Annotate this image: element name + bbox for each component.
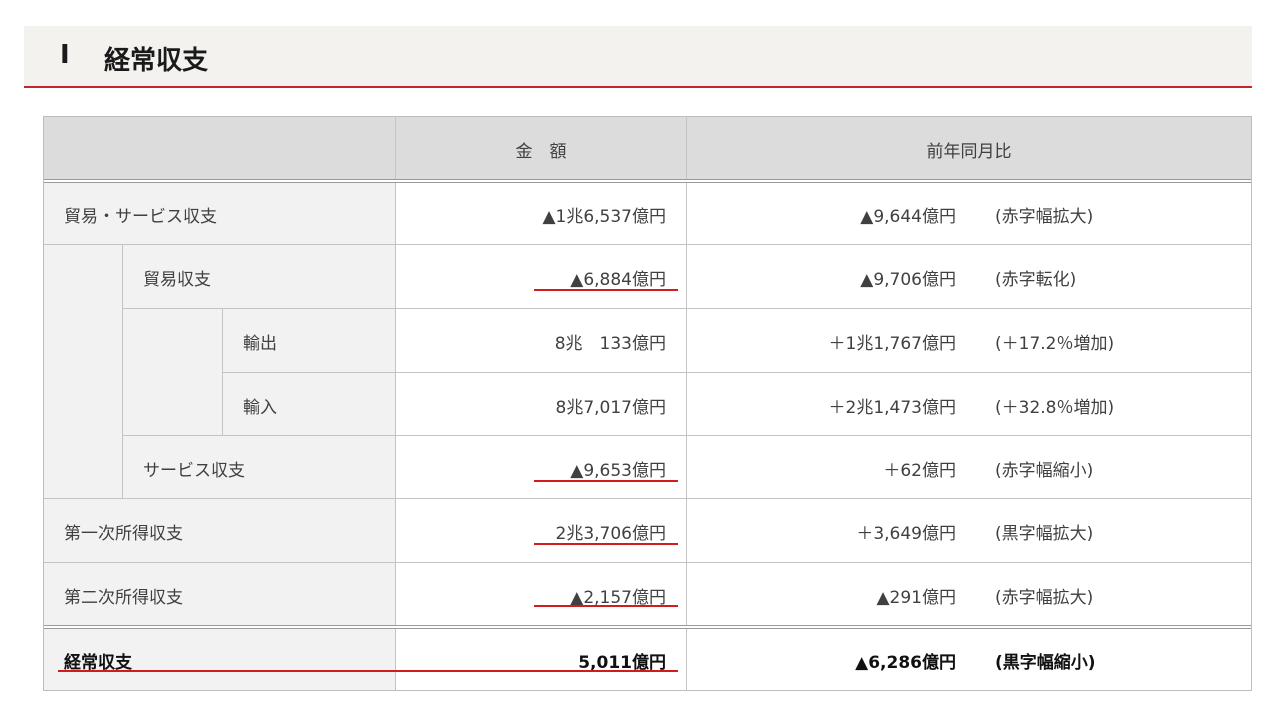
yoy-value: ▲9,644億円 — [860, 207, 956, 227]
row-label-current-account: 経常収支 — [44, 629, 396, 690]
amount-cell: ▲9,653億円 — [396, 436, 687, 499]
amount-cell-total: 5,011億円 — [396, 629, 687, 690]
emphasis-underline-services — [534, 480, 678, 482]
yoy-value: ＋62億円 — [883, 461, 956, 481]
amount-value: ▲6,884億円 — [570, 270, 666, 290]
amount-cell: 2兆3,706億円 — [396, 499, 687, 563]
emphasis-underline-current-account — [58, 670, 678, 672]
amount-value: ▲9,653億円 — [570, 461, 666, 481]
yoy-value: ▲291億円 — [876, 588, 956, 608]
amount-cell: 8兆7,017億円 — [396, 373, 687, 436]
yoy-note: (赤字幅縮小) — [995, 461, 1094, 481]
section-header: Ⅰ 経常収支 — [24, 26, 1252, 88]
amount-cell: 8兆 133億円 — [396, 309, 687, 373]
row-label: 貿易・サービス収支 — [64, 207, 217, 227]
emphasis-underline-primary-income — [534, 543, 678, 545]
row-label: 第一次所得収支 — [64, 524, 183, 544]
row-label: 貿易収支 — [143, 270, 211, 290]
yoy-cell: ＋1兆1,767億円 (＋17.2％増加) — [687, 309, 1251, 373]
emphasis-underline-secondary-income — [534, 605, 678, 607]
row-label-trade-services: 貿易・サービス収支 — [44, 183, 396, 245]
yoy-value: ▲9,706億円 — [860, 270, 956, 290]
row-label: 第二次所得収支 — [64, 588, 183, 608]
section-numeral: Ⅰ — [60, 40, 70, 70]
row-label-imports: 輸入 — [223, 373, 396, 436]
yoy-note: (赤字幅拡大) — [995, 207, 1094, 227]
amount-value: 8兆 133億円 — [554, 334, 666, 354]
row-label: 輸出 — [243, 334, 277, 354]
yoy-cell-total: ▲6,286億円 (黒字幅縮小) — [687, 629, 1251, 690]
yoy-value: ＋2兆1,473億円 — [828, 398, 956, 418]
header-yoy-cell: 前年同月比 — [687, 117, 1251, 180]
amount-value: 2兆3,706億円 — [555, 524, 666, 544]
column-header-amount: 金 額 — [515, 142, 567, 162]
amount-value: 8兆7,017億円 — [555, 398, 666, 418]
yoy-note-total: (黒字幅縮小) — [995, 653, 1096, 673]
row-label-exports: 輸出 — [223, 309, 396, 373]
header-blank-cell — [44, 117, 396, 180]
yoy-value-total: ▲6,286億円 — [855, 653, 956, 673]
row-label: 輸入 — [243, 398, 277, 418]
emphasis-underline-trade — [534, 289, 678, 291]
header-amount-cell: 金 額 — [396, 117, 687, 180]
yoy-note: (＋17.2％増加) — [995, 334, 1115, 354]
indent-spacer-1 — [44, 245, 123, 499]
row-label-trade: 貿易収支 — [123, 245, 396, 309]
amount-cell: ▲2,157億円 — [396, 563, 687, 626]
yoy-note: (＋32.8％増加) — [995, 398, 1115, 418]
amount-value: ▲1兆6,537億円 — [542, 207, 666, 227]
yoy-note: (赤字幅拡大) — [995, 588, 1094, 608]
yoy-value: ＋3,649億円 — [856, 524, 956, 544]
row-label: サービス収支 — [143, 461, 245, 481]
yoy-cell: ＋3,649億円 (黒字幅拡大) — [687, 499, 1251, 563]
row-label-secondary-income: 第二次所得収支 — [44, 563, 396, 626]
indent-spacer-2 — [123, 309, 223, 436]
amount-cell: ▲6,884億円 — [396, 245, 687, 309]
column-header-yoy: 前年同月比 — [926, 142, 1012, 162]
row-label-services: サービス収支 — [123, 436, 396, 499]
yoy-cell: ▲9,706億円 (赤字転化) — [687, 245, 1251, 309]
yoy-cell: ＋62億円 (赤字幅縮小) — [687, 436, 1251, 499]
yoy-cell: ▲9,644億円 (赤字幅拡大) — [687, 183, 1251, 245]
row-label-primary-income: 第一次所得収支 — [44, 499, 396, 563]
section-title: 経常収支 — [104, 46, 209, 76]
yoy-note: (赤字転化) — [995, 270, 1077, 290]
yoy-value: ＋1兆1,767億円 — [828, 334, 956, 354]
yoy-note: (黒字幅拡大) — [995, 524, 1094, 544]
yoy-cell: ▲291億円 (赤字幅拡大) — [687, 563, 1251, 626]
amount-cell: ▲1兆6,537億円 — [396, 183, 687, 245]
yoy-cell: ＋2兆1,473億円 (＋32.8％増加) — [687, 373, 1251, 436]
